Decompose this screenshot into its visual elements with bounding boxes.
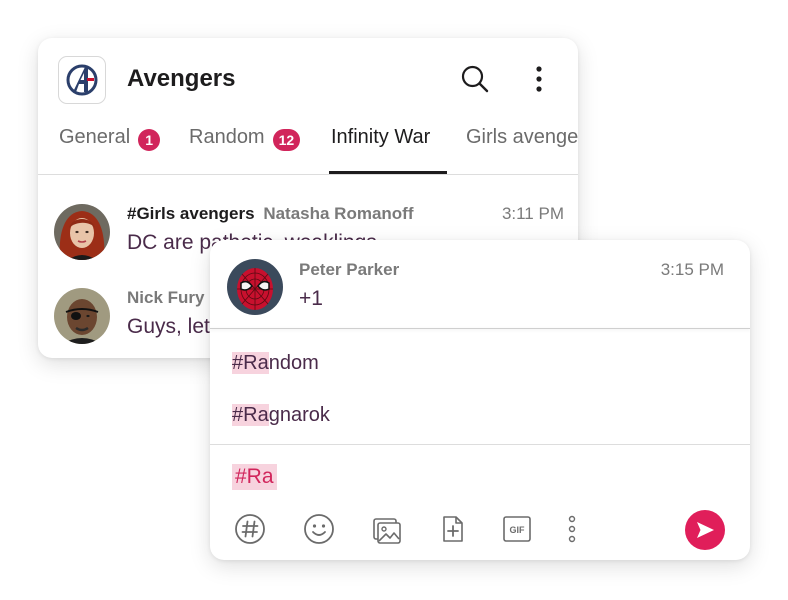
more-vertical-icon — [568, 515, 576, 543]
more-options-button[interactable] — [524, 64, 554, 94]
natasha-avatar-icon — [54, 204, 110, 260]
spider-man-avatar-icon — [227, 259, 283, 315]
avengers-a-logo-icon — [66, 64, 98, 96]
gif-icon: GIF — [503, 516, 531, 542]
gif-label: GIF — [510, 525, 526, 535]
more-vertical-icon — [536, 66, 542, 92]
message-input[interactable]: #Ra — [232, 464, 277, 490]
nick-fury-avatar-icon — [54, 288, 110, 344]
divider — [210, 328, 750, 329]
search-icon — [461, 65, 489, 93]
suggestion-match: #Ra — [232, 404, 269, 426]
suggestion-rest: ndom — [268, 352, 319, 374]
tab-label: General — [59, 126, 131, 148]
author-name[interactable]: Nick Fury — [127, 288, 204, 307]
image-icon — [373, 518, 401, 544]
tab-label: Random — [189, 126, 265, 148]
attach-file-icon — [443, 516, 463, 542]
tab-label: Infinity War — [331, 126, 431, 148]
divider — [210, 444, 750, 445]
image-upload-button[interactable] — [370, 512, 404, 546]
unread-badge: 12 — [272, 129, 301, 151]
avatar — [227, 259, 283, 315]
app-logo[interactable] — [58, 56, 106, 104]
unread-badge: 1 — [138, 129, 161, 151]
channel-name[interactable]: #Girls avengers — [127, 204, 255, 223]
tab-girls-avengers[interactable]: Girls avengers — [466, 126, 578, 174]
active-tab-indicator — [329, 171, 447, 174]
send-button[interactable] — [685, 510, 725, 550]
tab-label: Girls avengers — [466, 126, 578, 148]
message-text: +1 — [299, 287, 323, 310]
app-title: Avengers — [127, 65, 236, 92]
suggestion-rest: gnarok — [268, 404, 330, 426]
channel-tabs: General 1 Random 12 Infinity War Girls a… — [38, 126, 578, 175]
gif-button[interactable]: GIF — [500, 512, 534, 546]
author-name[interactable]: Peter Parker — [299, 260, 399, 280]
attach-file-button[interactable] — [435, 512, 469, 546]
tab-random[interactable]: Random 12 — [189, 126, 301, 174]
avatar — [54, 204, 110, 260]
suggestion-match: #Ra — [232, 352, 269, 374]
message-timestamp: 3:15 PM — [660, 260, 724, 279]
emoji-icon — [304, 514, 334, 544]
emoji-button[interactable] — [302, 512, 336, 546]
author-name[interactable]: Natasha Romanoff — [263, 204, 413, 223]
hashtag-icon — [235, 514, 265, 544]
avatar — [54, 288, 110, 344]
tab-infinity-war[interactable]: Infinity War — [331, 126, 430, 174]
message-header: Nick Fury — [127, 288, 204, 308]
search-button[interactable] — [460, 64, 490, 94]
suggestion-ragnarok[interactable]: #Ragnarok — [232, 404, 330, 427]
message-timestamp: 3:11 PM — [501, 204, 564, 223]
composer-window: Peter Parker 3:15 PM +1 #Random #Ragnaro… — [210, 240, 750, 560]
hashtag-button[interactable] — [233, 512, 267, 546]
message-header: #Girls avengers Natasha Romanoff — [127, 204, 414, 224]
suggestion-random[interactable]: #Random — [232, 352, 319, 375]
send-icon — [697, 522, 714, 538]
tab-general[interactable]: General 1 — [59, 126, 161, 174]
more-tools-button[interactable] — [555, 512, 589, 546]
